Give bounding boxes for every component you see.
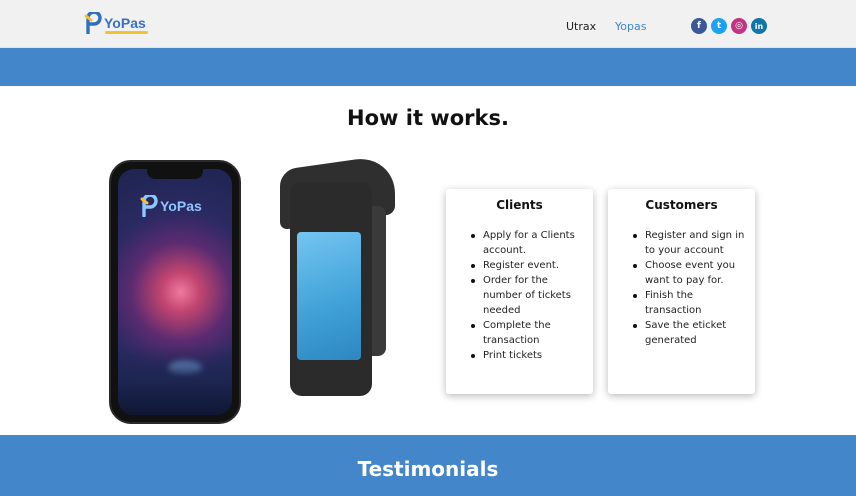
section-title-testimonials: Testimonials [357, 457, 499, 481]
list-item: Apply for a Clients account. [454, 228, 585, 258]
twitter-icon[interactable]: t [711, 18, 727, 34]
pos-terminal-image [280, 153, 395, 398]
list-item: Print tickets [454, 348, 585, 363]
section-title-how-it-works: How it works. [347, 106, 509, 130]
linkedin-icon[interactable]: in [751, 18, 767, 34]
testimonials-section: Testimonials [0, 435, 856, 496]
customers-steps-list: Register and sign in to your account Cho… [616, 228, 747, 348]
nav-link-yopas[interactable]: Yopas [615, 20, 646, 33]
phone-yopas-logo: YoPas [140, 195, 202, 217]
logo-p-icon [140, 195, 158, 217]
instagram-icon[interactable]: ◎ [731, 18, 747, 34]
terminal-screen [297, 232, 361, 360]
customers-card-title: Customers [645, 198, 718, 212]
list-item: Save the eticket generated [616, 318, 747, 348]
facebook-icon[interactable]: f [691, 18, 707, 34]
phone-notch [147, 169, 203, 179]
clients-steps-list: Apply for a Clients account. Register ev… [454, 228, 585, 363]
list-item: Register event. [454, 258, 585, 273]
phone-logo-text: YoPas [160, 198, 202, 214]
yopas-logo[interactable]: YoPas [84, 12, 148, 34]
smartphone-image: YoPas [109, 160, 241, 424]
clients-card: Clients Apply for a Clients account. Reg… [446, 189, 593, 394]
list-item: Register and sign in to your account [616, 228, 747, 258]
logo-text: YoPas [104, 15, 148, 34]
nav-link-utrax[interactable]: Utrax [566, 20, 596, 33]
list-item: Order for the number of tickets needed [454, 273, 585, 318]
list-item: Choose event you want to pay for. [616, 258, 747, 288]
social-links: f t ◎ in [691, 18, 767, 34]
clients-card-title: Clients [496, 198, 543, 212]
list-item: Finish the transaction [616, 288, 747, 318]
customers-card: Customers Register and sign in to your a… [608, 189, 755, 394]
top-navbar: YoPas Utrax Yopas f t ◎ in [0, 0, 856, 48]
crowd-silhouette [118, 345, 232, 415]
blue-banner [0, 48, 856, 86]
phone-screen: YoPas [118, 169, 232, 415]
list-item: Complete the transaction [454, 318, 585, 348]
logo-p-icon [84, 12, 102, 34]
